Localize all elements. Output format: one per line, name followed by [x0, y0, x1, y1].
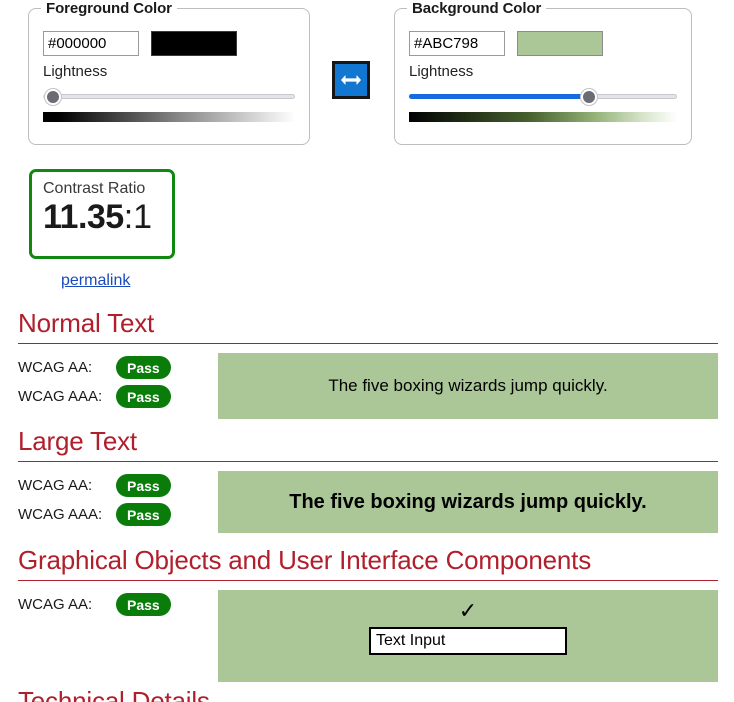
sample-text-large: The five boxing wizards jump quickly.: [218, 471, 718, 533]
status-badge: Pass: [116, 385, 171, 408]
background-hex-input[interactable]: [409, 31, 505, 56]
swap-colors-button[interactable]: [332, 61, 370, 99]
background-panel-legend: Background Color: [407, 0, 547, 17]
demo-text-input[interactable]: [369, 627, 567, 655]
criterion-row: WCAG AA: Pass: [18, 353, 218, 382]
foreground-lightness-slider[interactable]: [43, 89, 295, 105]
section-heading-normal-text: Normal Text: [18, 308, 718, 344]
foreground-slider-track[interactable]: [43, 94, 295, 99]
section-body-normal-text: WCAG AA: Pass WCAG AAA: Pass The five bo…: [18, 353, 718, 419]
status-badge: Pass: [116, 503, 171, 526]
criterion-row: WCAG AAA: Pass: [18, 382, 218, 411]
background-lightness-label: Lightness: [409, 63, 474, 80]
section-heading-large-text: Large Text: [18, 426, 718, 462]
criteria-list-normal-text: WCAG AA: Pass WCAG AAA: Pass: [18, 353, 218, 419]
section-body-graphical-objects: WCAG AA: Pass ✓: [18, 590, 718, 682]
background-lightness-slider[interactable]: [409, 89, 677, 105]
foreground-color-swatch[interactable]: [151, 31, 237, 56]
criterion-row: WCAG AA: Pass: [18, 590, 218, 619]
foreground-slider-thumb[interactable]: [45, 89, 62, 105]
sample-graphical-objects: ✓: [218, 590, 718, 682]
foreground-panel-legend: Foreground Color: [41, 0, 177, 17]
section-graphical-objects: Graphical Objects and User Interface Com…: [18, 545, 718, 682]
foreground-hex-row: [43, 31, 295, 56]
contrast-checker-page: Foreground Color Lightness Background Co…: [0, 0, 734, 702]
criterion-row: WCAG AAA: Pass: [18, 500, 218, 529]
criteria-list-graphical-objects: WCAG AA: Pass: [18, 590, 218, 682]
background-color-panel: Background Color Lightness: [394, 0, 692, 145]
swap-horizontal-arrows-icon: [340, 74, 362, 86]
status-badge: Pass: [116, 356, 171, 379]
foreground-lightness-label: Lightness: [43, 63, 108, 80]
contrast-ratio-value: 11.35:1: [43, 198, 172, 236]
section-heading-graphical-objects: Graphical Objects and User Interface Com…: [18, 545, 718, 581]
section-large-text: Large Text WCAG AA: Pass WCAG AAA: Pass …: [18, 426, 718, 533]
contrast-ratio-caption: Contrast Ratio: [43, 180, 146, 197]
foreground-hex-input[interactable]: [43, 31, 139, 56]
criterion-label: WCAG AA:: [18, 596, 93, 613]
background-slider-thumb[interactable]: [580, 89, 597, 105]
background-lightness-gradient: [409, 112, 677, 122]
criterion-label: WCAG AA:: [18, 477, 93, 494]
section-heading-technical-details: Technical Details: [18, 686, 210, 702]
background-color-swatch[interactable]: [517, 31, 603, 56]
status-badge: Pass: [116, 593, 171, 616]
section-normal-text: Normal Text WCAG AA: Pass WCAG AAA: Pass…: [18, 308, 718, 419]
status-badge: Pass: [116, 474, 171, 497]
criterion-label: WCAG AAA:: [18, 388, 103, 405]
background-hex-row: [409, 31, 677, 56]
section-body-large-text: WCAG AA: Pass WCAG AAA: Pass The five bo…: [18, 471, 718, 533]
criterion-label: WCAG AAA:: [18, 506, 103, 523]
contrast-ratio-number: 11.35: [43, 198, 124, 236]
foreground-color-panel: Foreground Color Lightness: [28, 0, 310, 145]
criterion-row: WCAG AA: Pass: [18, 471, 218, 500]
foreground-lightness-gradient: [43, 112, 295, 122]
check-mark-icon: ✓: [458, 598, 478, 623]
sample-text-normal: The five boxing wizards jump quickly.: [218, 353, 718, 419]
contrast-ratio-box: Contrast Ratio 11.35:1: [29, 169, 175, 259]
permalink-link[interactable]: permalink: [61, 272, 130, 290]
contrast-ratio-suffix: :1: [123, 198, 153, 236]
section-technical-details: Technical Details: [18, 686, 718, 702]
criterion-label: WCAG AA:: [18, 359, 93, 376]
criteria-list-large-text: WCAG AA: Pass WCAG AAA: Pass: [18, 471, 218, 533]
background-slider-fill: [409, 94, 589, 99]
